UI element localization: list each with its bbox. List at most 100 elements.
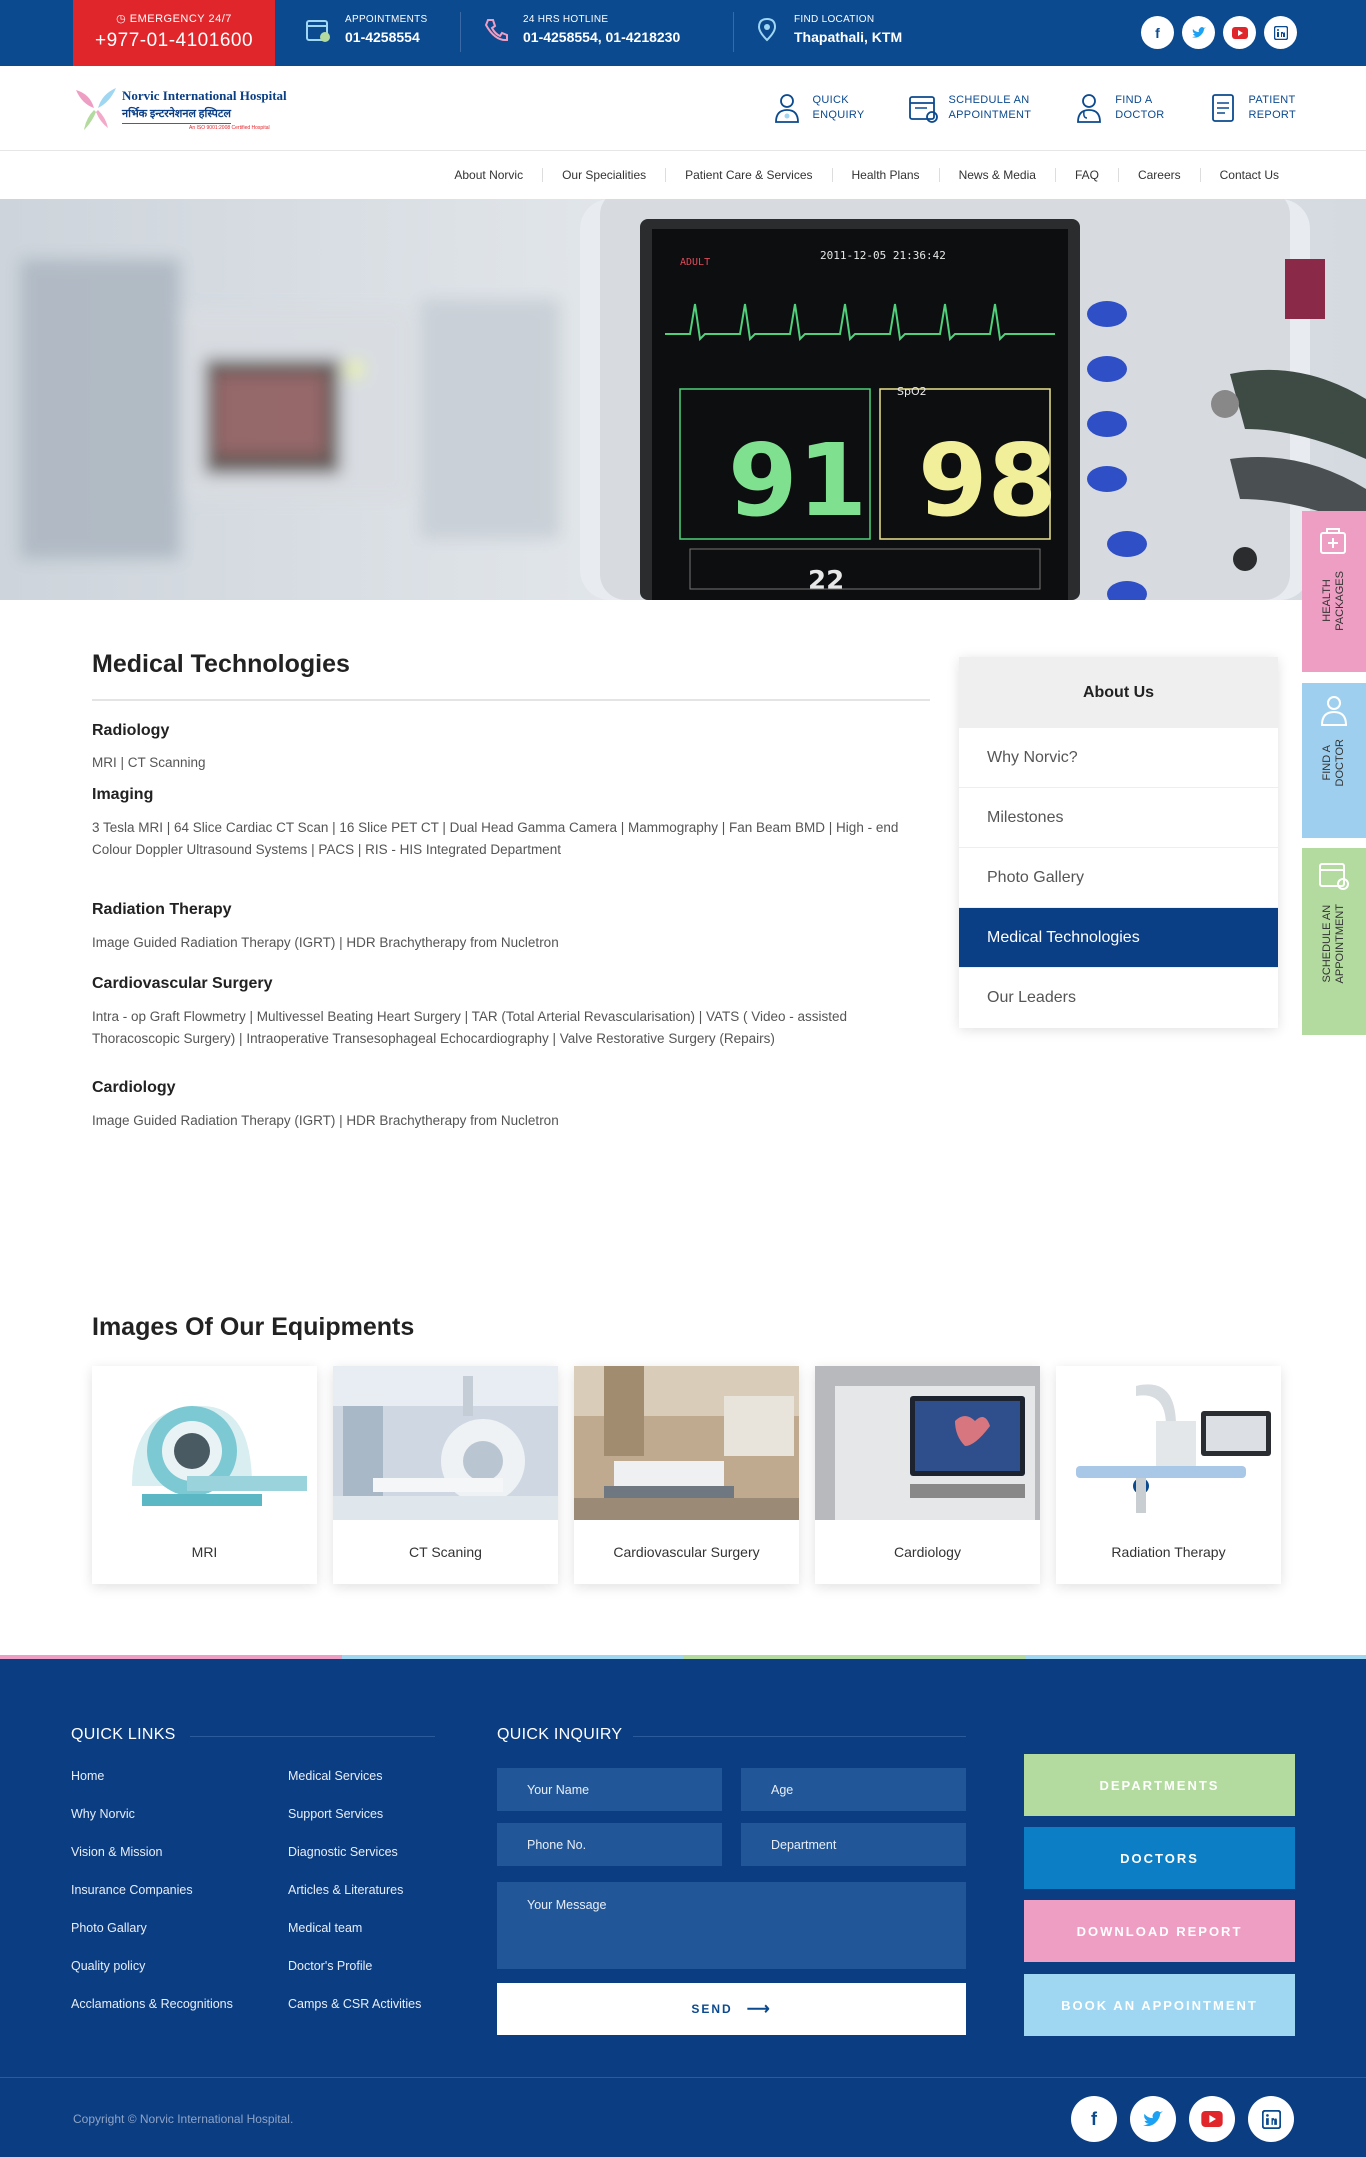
footer-link-doctors-profile[interactable]: Doctor's Profile — [288, 1947, 421, 1985]
section-heading: Radiation Therapy — [92, 901, 232, 918]
calendar-icon — [1319, 863, 1349, 890]
sidebar-item-why-norvic[interactable]: Why Norvic? — [959, 728, 1278, 788]
health-packages-tab[interactable]: HEALTH PACKAGES — [1302, 511, 1366, 672]
hospital-logo[interactable]: Norvic International Hospital नर्भिक इन्… — [72, 82, 302, 137]
message-placeholder: Your Message — [527, 1898, 607, 1912]
nav-item-faq[interactable]: FAQ — [1054, 168, 1118, 182]
section-heading: Cardiovascular Surgery — [92, 975, 273, 992]
equipment-card-ct-scan[interactable]: CT Scaning — [333, 1366, 558, 1584]
sidebar-item-photo-gallery[interactable]: Photo Gallery — [959, 848, 1278, 908]
monitor-mode: ADULT — [680, 257, 710, 268]
footer-link-vision-mission[interactable]: Vision & Mission — [71, 1833, 233, 1871]
ct-scan-image — [333, 1366, 558, 1520]
link-line2: APPOINTMENT — [948, 109, 1032, 121]
hotline-info[interactable]: 24 HRS HOTLINE 01-4258554, 01-4218230 — [481, 14, 680, 45]
equipment-card-cardiology[interactable]: Cardiology — [815, 1366, 1040, 1584]
monitor-time: 2011-12-05 21:36:42 — [820, 249, 946, 262]
facebook-icon[interactable]: f — [1071, 2096, 1117, 2142]
equipment-caption: Cardiology — [894, 1544, 961, 1560]
report-icon — [1211, 94, 1234, 122]
nav-item-our-specialities[interactable]: Our Specialities — [542, 168, 665, 182]
book-appointment-button[interactable]: BOOK AN APPOINTMENT — [1024, 1974, 1295, 2036]
footer-link-support-services[interactable]: Support Services — [288, 1795, 421, 1833]
footer-link-diagnostic-services[interactable]: Diagnostic Services — [288, 1833, 421, 1871]
twitter-icon[interactable] — [1130, 2096, 1176, 2142]
small-value: 22 — [808, 566, 844, 596]
section-heading: Imaging — [92, 786, 154, 803]
nav-item-careers[interactable]: Careers — [1117, 168, 1200, 182]
about-sidebar: About Us Why Norvic? Milestones Photo Ga… — [959, 657, 1278, 1028]
appointments-info[interactable]: APPOINTMENTS 01-4258554 — [303, 14, 428, 45]
name-field[interactable]: Your Name — [497, 1768, 722, 1811]
linkedin-icon[interactable] — [1264, 16, 1297, 49]
nav-item-news-media[interactable]: News & Media — [938, 168, 1055, 182]
sidebar-item-milestones[interactable]: Milestones — [959, 788, 1278, 848]
linkedin-icon[interactable] — [1248, 2096, 1294, 2142]
equipment-card-radiation-therapy[interactable]: Radiation Therapy — [1056, 1366, 1281, 1584]
youtube-icon[interactable] — [1223, 16, 1256, 49]
footer-link-acclamations[interactable]: Acclamations & Recognitions — [71, 1985, 233, 2023]
equipment-caption: Radiation Therapy — [1111, 1544, 1226, 1560]
youtube-icon[interactable] — [1189, 2096, 1235, 2142]
equipment-card-cardiovascular-surgery[interactable]: Cardiovascular Surgery — [574, 1366, 799, 1584]
nav-item-about-norvic[interactable]: About Norvic — [435, 168, 542, 182]
footer-link-home[interactable]: Home — [71, 1757, 233, 1795]
download-report-button[interactable]: DOWNLOAD REPORT — [1024, 1900, 1295, 1962]
nav-item-contact-us[interactable]: Contact Us — [1199, 168, 1298, 182]
location-pin-icon — [752, 15, 782, 45]
cardiovascular-surgery-image — [574, 1366, 799, 1520]
emergency-box[interactable]: ◷ EMERGENCY 24/7 +977-01-4101600 — [73, 0, 275, 66]
patient-report-link[interactable]: PATIENT REPORT — [1207, 92, 1296, 124]
link-line1: SCHEDULE AN — [948, 94, 1030, 106]
cardiology-image — [815, 1366, 1040, 1520]
doctor-icon — [1320, 696, 1348, 726]
footer-link-photo-gallery[interactable]: Photo Gallary — [71, 1909, 233, 1947]
age-field[interactable]: Age — [741, 1768, 966, 1811]
hotline-label: 24 HRS HOTLINE — [523, 14, 609, 25]
section-cardiology: Cardiology Image Guided Radiation Therap… — [92, 1079, 930, 1132]
schedule-appointment-link[interactable]: SCHEDULE AN APPOINTMENT — [907, 92, 1032, 124]
doctors-button[interactable]: DOCTORS — [1024, 1827, 1295, 1889]
appointments-number[interactable]: 01-4258554 — [345, 29, 428, 45]
main-content: Medical Technologies Radiology MRI | CT … — [92, 650, 930, 1132]
nav-item-health-plans[interactable]: Health Plans — [831, 168, 939, 182]
social-links: f — [1141, 16, 1297, 49]
find-doctor-tab[interactable]: FIND A DOCTOR — [1302, 683, 1366, 838]
section-text: Intra - op Graft Flowmetry | Multivessel… — [92, 1009, 848, 1046]
package-icon — [1320, 528, 1346, 554]
spo2-label: SpO2 — [897, 385, 927, 398]
quick-enquiry-link[interactable]: QUICK ENQUIRY — [771, 92, 865, 124]
footer-link-quality-policy[interactable]: Quality policy — [71, 1947, 233, 1985]
sidebar-item-medical-technologies[interactable]: Medical Technologies — [959, 908, 1278, 968]
department-select[interactable]: Department — [741, 1823, 966, 1866]
footer-link-camps-csr[interactable]: Camps & CSR Activities — [288, 1985, 421, 2023]
find-doctor-link[interactable]: FIND A DOCTOR — [1073, 92, 1164, 124]
footer-link-insurance[interactable]: Insurance Companies — [71, 1871, 233, 1909]
quick-links-col2: Medical Services Support Services Diagno… — [288, 1757, 421, 2023]
quick-inquiry-title: QUICK INQUIRY — [497, 1726, 623, 1743]
top-bar: ◷ EMERGENCY 24/7 +977-01-4101600 APPOINT… — [0, 0, 1366, 66]
location-info[interactable]: FIND LOCATION Thapathali, KTM — [752, 14, 902, 45]
message-field[interactable]: Your Message — [497, 1882, 966, 1969]
hotline-number[interactable]: 01-4258554, 01-4218230 — [523, 29, 680, 45]
departments-button[interactable]: DEPARTMENTS — [1024, 1754, 1295, 1816]
facebook-icon[interactable]: f — [1141, 16, 1174, 49]
equipment-card-mri[interactable]: MRI — [92, 1366, 317, 1584]
calendar-icon — [303, 15, 333, 45]
logo-name: Norvic International Hospital — [122, 88, 287, 103]
footer-link-articles[interactable]: Articles & Literatures — [288, 1871, 421, 1909]
quick-links-col1: Home Why Norvic Vision & Mission Insuran… — [71, 1757, 233, 2023]
equipment-caption: Cardiovascular Surgery — [613, 1544, 760, 1560]
footer-link-medical-services[interactable]: Medical Services — [288, 1757, 421, 1795]
send-button[interactable]: SEND ⟶ — [497, 1983, 966, 2035]
sidebar-item-our-leaders[interactable]: Our Leaders — [959, 968, 1278, 1028]
twitter-icon[interactable] — [1182, 16, 1215, 49]
emergency-number[interactable]: +977-01-4101600 — [73, 30, 275, 52]
nav-item-patient-care[interactable]: Patient Care & Services — [665, 168, 831, 182]
location-value[interactable]: Thapathali, KTM — [794, 29, 902, 45]
section-heading: Radiology — [92, 722, 170, 739]
footer-link-medical-team[interactable]: Medical team — [288, 1909, 421, 1947]
phone-field[interactable]: Phone No. — [497, 1823, 722, 1866]
schedule-appointment-tab[interactable]: SCHEDULE AN APPOINTMENT — [1302, 848, 1366, 1035]
footer-link-why-norvic[interactable]: Why Norvic — [71, 1795, 233, 1833]
